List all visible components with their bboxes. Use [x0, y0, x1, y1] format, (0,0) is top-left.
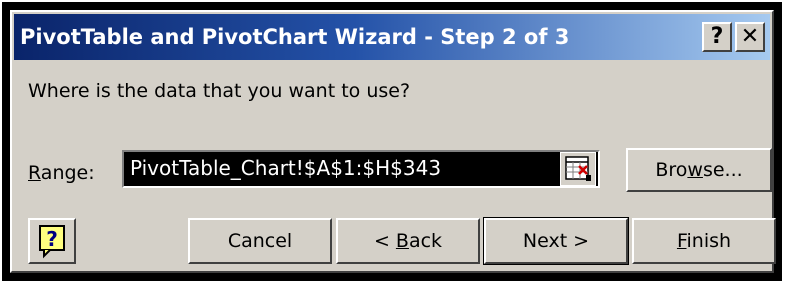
- next-button[interactable]: Next >: [483, 217, 629, 265]
- svg-text:?: ?: [46, 227, 58, 251]
- question-mark-icon: ?: [39, 225, 65, 259]
- cancel-button[interactable]: Cancel: [188, 218, 332, 264]
- browse-button[interactable]: Browse...: [626, 148, 772, 192]
- question-mark-icon: ?: [710, 24, 724, 49]
- title-help-button[interactable]: ?: [702, 22, 732, 52]
- close-icon: ✕: [740, 24, 760, 49]
- range-label: Range:: [28, 162, 95, 184]
- finish-button[interactable]: Finish: [632, 218, 776, 264]
- back-button[interactable]: < Back: [336, 218, 480, 264]
- wizard-dialog: PivotTable and PivotChart Wizard - Step …: [10, 10, 776, 273]
- range-input[interactable]: PivotTable_Chart!$A$1:$H$343: [122, 150, 600, 188]
- title-close-button[interactable]: ✕: [735, 22, 765, 52]
- help-button[interactable]: ?: [28, 218, 76, 264]
- collapse-dialog-icon: [565, 156, 591, 181]
- data-location-prompt: Where is the data that you want to use?: [28, 80, 411, 102]
- title-bar[interactable]: PivotTable and PivotChart Wizard - Step …: [14, 14, 770, 60]
- screenshot-frame: PivotTable and PivotChart Wizard - Step …: [2, 2, 782, 281]
- collapse-dialog-button[interactable]: [560, 152, 596, 186]
- dialog-title: PivotTable and PivotChart Wizard - Step …: [20, 25, 570, 49]
